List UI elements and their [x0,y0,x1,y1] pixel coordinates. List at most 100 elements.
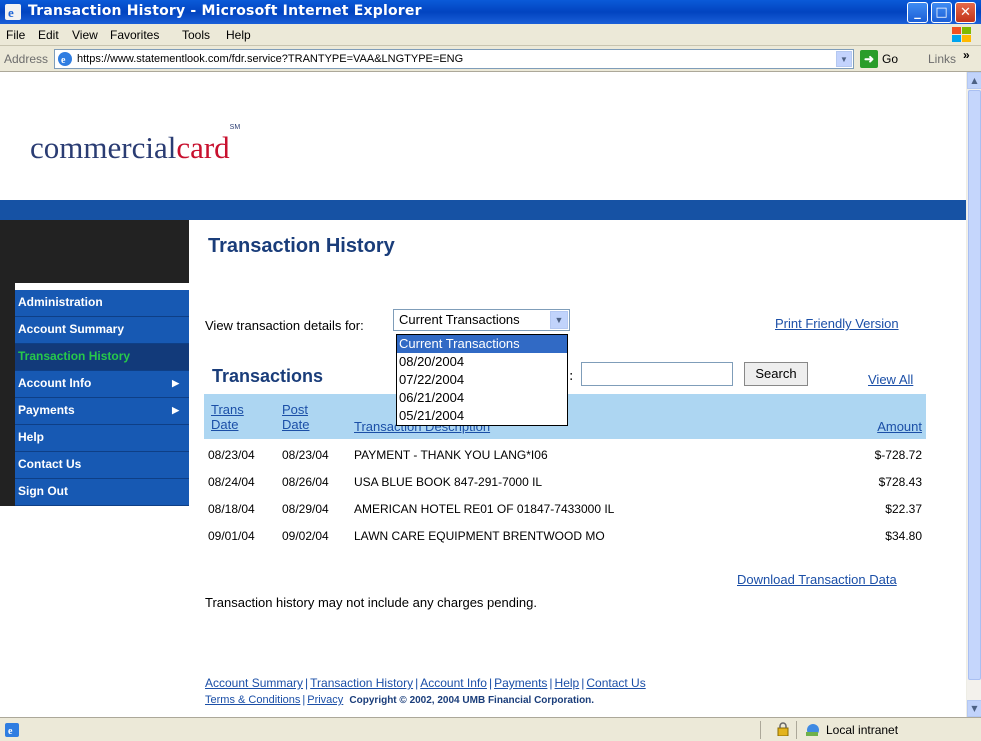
links-label[interactable]: Links [928,52,956,66]
pending-charges-note: Transaction history may not include any … [205,595,537,610]
dropdown-option[interactable]: 06/21/2004 [397,389,567,407]
footer-legal: Terms & Conditions | Privacy Copyright © 2… [205,694,595,706]
scroll-down-icon[interactable]: ▼ [967,700,981,717]
menu-view[interactable]: View [72,28,98,42]
svg-text:e: e [61,55,66,66]
search-button[interactable]: Search [744,362,808,386]
window-title: Transaction History - Microsoft Internet… [28,3,422,19]
menu-help[interactable]: Help [226,28,251,42]
footer-link-payments[interactable]: Payments [494,676,547,690]
sidebar-header-block [0,220,189,283]
status-separator [796,721,797,739]
menu-tools[interactable]: Tools [182,28,210,42]
description-cell: AMERICAN HOTEL RE01 OF 01847-7433000 IL [354,502,615,516]
scrollbar-thumb[interactable] [968,90,981,680]
statement-period-select[interactable]: Current Transactions ▼ [393,309,570,331]
dropdown-option[interactable]: 05/21/2004 [397,407,567,425]
footer-link-contact-us[interactable]: Contact Us [586,676,645,690]
menu-file[interactable]: File [6,28,25,42]
sidebar-item-help[interactable]: Help [15,425,189,452]
page-status-icon: e [5,723,19,737]
dropdown-option[interactable]: 07/22/2004 [397,371,567,389]
local-intranet-icon [806,724,819,736]
search-input[interactable] [581,362,733,386]
trans-date-cell: 08/24/04 [208,475,255,489]
post-date-cell: 08/29/04 [282,502,329,516]
amount-cell: $-728.72 [874,448,922,462]
description-cell: LAWN CARE EQUIPMENT BRENTWOOD MO [354,529,605,543]
post-date-cell: 08/23/04 [282,448,329,462]
footer-link-terms[interactable]: Terms & Conditions [205,694,300,706]
post-date-cell: 08/26/04 [282,475,329,489]
status-bar: e Local intranet [0,717,981,741]
table-row: 08/23/04 08/23/04 PAYMENT - THANK YOU LA… [204,442,926,469]
address-dropdown-icon[interactable]: ▼ [836,51,852,67]
statement-period-dropdown: Current Transactions 08/20/2004 07/22/20… [396,334,568,426]
window-titlebar: e Transaction History - Microsoft Intern… [0,0,981,24]
dropdown-option[interactable]: Current Transactions [397,335,567,353]
table-row: 08/18/04 08/29/04 AMERICAN HOTEL RE01 OF… [204,496,926,523]
chevron-down-icon[interactable]: ▼ [550,311,568,329]
commercialcard-logo: commercialcardSM [30,123,241,165]
arrow-right-icon: ▶ [172,378,179,388]
close-button[interactable]: ✕ [955,2,976,23]
sidebar-item-contact-us[interactable]: Contact Us [15,452,189,479]
address-label: Address [4,52,49,66]
post-date-cell: 09/02/04 [282,529,329,543]
sidebar-item-account-summary[interactable]: Account Summary [15,317,189,344]
copyright-text: Copyright © 2002, 2004 UMB Financial Cor… [349,695,595,706]
sidebar-item-payments[interactable]: Payments ▶ [15,398,189,425]
sidebar-left-edge [0,283,15,506]
trans-date-cell: 09/01/04 [208,529,255,543]
view-all-link[interactable]: View All [868,372,913,387]
footer-link-account-info[interactable]: Account Info [420,676,487,690]
amount-cell: $22.37 [885,502,922,516]
column-trans-date[interactable]: Trans Date [211,402,251,432]
go-arrow-icon: ➜ [860,50,878,68]
view-details-label: View transaction details for: [205,318,364,333]
menu-favorites[interactable]: Favorites [110,28,159,42]
select-value: Current Transactions [399,312,520,327]
address-bar: Address e https://www.statementlook.com/… [0,46,981,72]
page-icon: e [58,52,72,66]
footer-link-account-summary[interactable]: Account Summary [205,676,303,690]
vertical-scrollbar[interactable]: ▲ ▼ [966,72,981,717]
page-viewport: commercialcardSM Administration Account … [0,72,966,717]
address-url: https://www.statementlook.com/fdr.servic… [77,53,464,65]
print-friendly-link[interactable]: Print Friendly Version [775,316,899,331]
scroll-up-icon[interactable]: ▲ [967,72,981,89]
address-input[interactable]: e https://www.statementlook.com/fdr.serv… [54,49,854,69]
amount-cell: $34.80 [885,529,922,543]
minimize-button[interactable]: _ [907,2,928,23]
transactions-heading: Transactions [212,366,324,386]
search-label-colon: : [569,369,574,384]
dropdown-option[interactable]: 08/20/2004 [397,353,567,371]
trans-date-cell: 08/18/04 [208,502,255,516]
links-chevron-icon[interactable]: » [963,48,970,62]
amount-cell: $728.43 [878,475,922,489]
sidebar-item-administration[interactable]: Administration [15,290,189,317]
lock-icon [777,722,789,736]
download-transaction-data-link[interactable]: Download Transaction Data [737,572,897,587]
column-post-date[interactable]: Post Date [282,402,322,432]
sidebar-item-transaction-history[interactable]: Transaction History [15,344,189,371]
footer-links: Account Summary | Transaction History | Acco… [205,676,646,690]
sidebar-item-sign-out[interactable]: Sign Out [15,479,189,506]
footer-link-privacy[interactable]: Privacy [307,694,343,706]
trans-date-cell: 08/23/04 [208,448,255,462]
footer-link-transaction-history[interactable]: Transaction History [310,676,413,690]
go-label: Go [882,52,899,66]
status-separator [760,721,761,739]
menu-edit[interactable]: Edit [38,28,59,42]
table-row: 09/01/04 09/02/04 LAWN CARE EQUIPMENT BR… [204,523,926,550]
sidebar-item-account-info[interactable]: Account Info ▶ [15,371,189,398]
description-cell: USA BLUE BOOK 847-291-7000 IL [354,475,543,489]
svg-text:e: e [8,726,13,737]
footer-link-help[interactable]: Help [555,676,580,690]
go-button[interactable]: ➜ Go [860,49,910,69]
column-amount[interactable]: Amount [877,419,922,434]
header-blue-bar [0,200,966,220]
arrow-right-icon: ▶ [172,405,179,415]
maximize-button[interactable]: □ [931,2,952,23]
svg-text:e: e [8,5,14,20]
